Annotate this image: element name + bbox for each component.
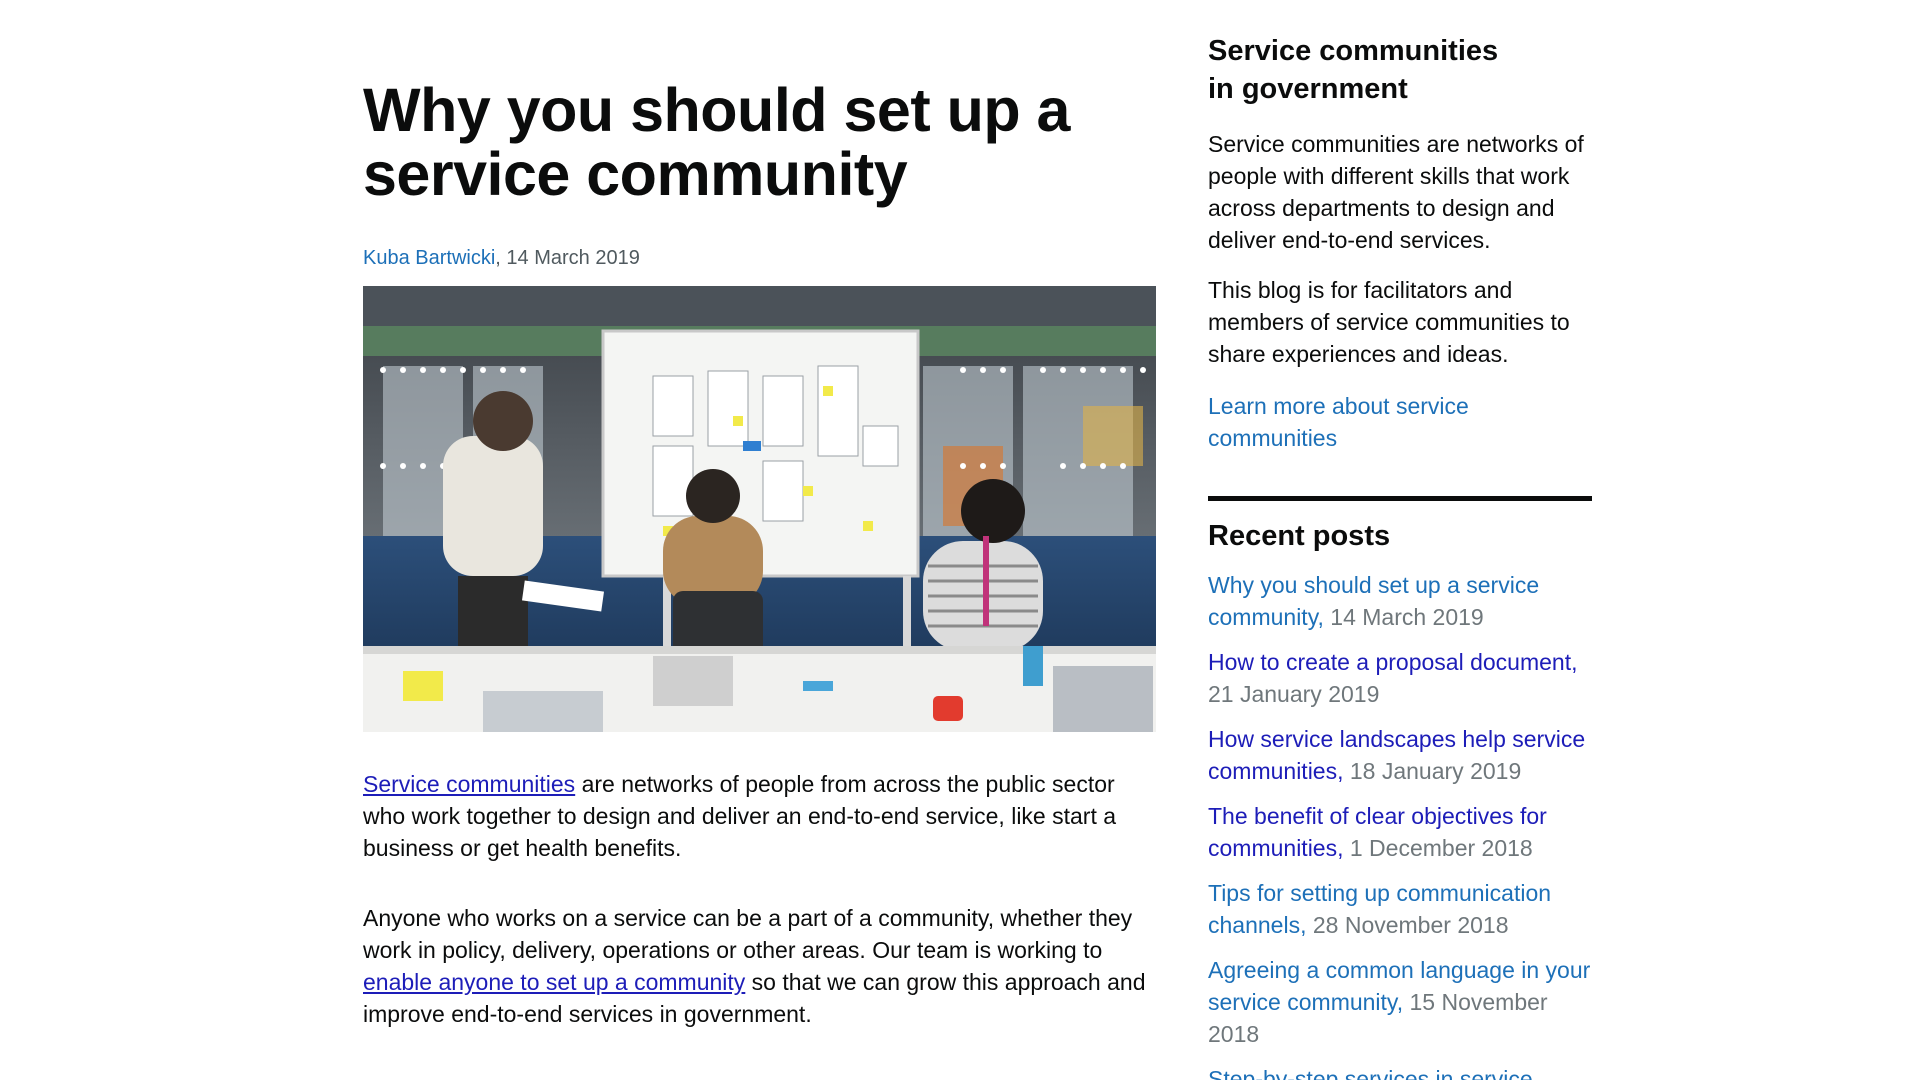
- recent-post-item: The benefit of clear objectives for comm…: [1208, 800, 1592, 864]
- service-communities-link[interactable]: Service communities: [363, 771, 575, 797]
- recent-post-item: Tips for setting up communication channe…: [1208, 877, 1592, 941]
- recent-post-item: Agreeing a common language in your servi…: [1208, 954, 1592, 1050]
- recent-post-link[interactable]: How to create a proposal document,: [1208, 649, 1577, 675]
- sidebar-description: Service communities are networks of peop…: [1208, 131, 1584, 253]
- sidebar-audience-text: This blog is for facilitators and member…: [1208, 277, 1570, 367]
- recent-post-item: Step-by-step services in service: [1208, 1063, 1592, 1080]
- recent-post-item: Why you should set up a service communit…: [1208, 569, 1592, 633]
- enable-community-link[interactable]: enable anyone to set up a community: [363, 969, 745, 995]
- article-paragraph-2: Anyone who works on a service can be a p…: [363, 902, 1163, 1030]
- byline-separator: ,: [495, 247, 507, 269]
- article: Why you should set up a service communit…: [363, 78, 1156, 1030]
- article-byline: Kuba Bartwicki, 14 March 2019: [363, 246, 1156, 270]
- recent-post-item: How to create a proposal document, 21 Ja…: [1208, 646, 1592, 710]
- sidebar-title: Service communities in government: [1208, 35, 1499, 105]
- article-paragraph-1: Service communities are networks of peop…: [363, 768, 1163, 864]
- section-divider: [1208, 496, 1592, 501]
- paragraph-2-text-before: Anyone who works on a service can be a p…: [363, 905, 1133, 963]
- article-title: Why you should set up a service communit…: [363, 76, 1070, 208]
- recent-post-date: 14 March 2019: [1323, 604, 1484, 630]
- author-link[interactable]: Kuba Bartwicki: [363, 247, 495, 269]
- sidebar: Service communities in government Servic…: [1208, 32, 1592, 1080]
- article-date: 14 March 2019: [506, 247, 640, 269]
- recent-post-item: How service landscapes help service comm…: [1208, 723, 1592, 787]
- recent-posts-list: Why you should set up a service communit…: [1208, 569, 1592, 1080]
- recent-post-date: 18 January 2019: [1343, 758, 1522, 784]
- recent-post-date: 1 December 2018: [1343, 835, 1533, 861]
- learn-more-link[interactable]: Learn more about service communities: [1208, 390, 1508, 454]
- blog-page: Why you should set up a service communit…: [0, 0, 1920, 1080]
- hero-photo: [363, 286, 1156, 732]
- recent-post-date: 28 November 2018: [1306, 912, 1509, 938]
- recent-post-link[interactable]: Step-by-step services in service: [1208, 1066, 1533, 1080]
- recent-post-date: 21 January 2019: [1208, 681, 1380, 707]
- recent-posts-title: Recent posts: [1208, 520, 1391, 552]
